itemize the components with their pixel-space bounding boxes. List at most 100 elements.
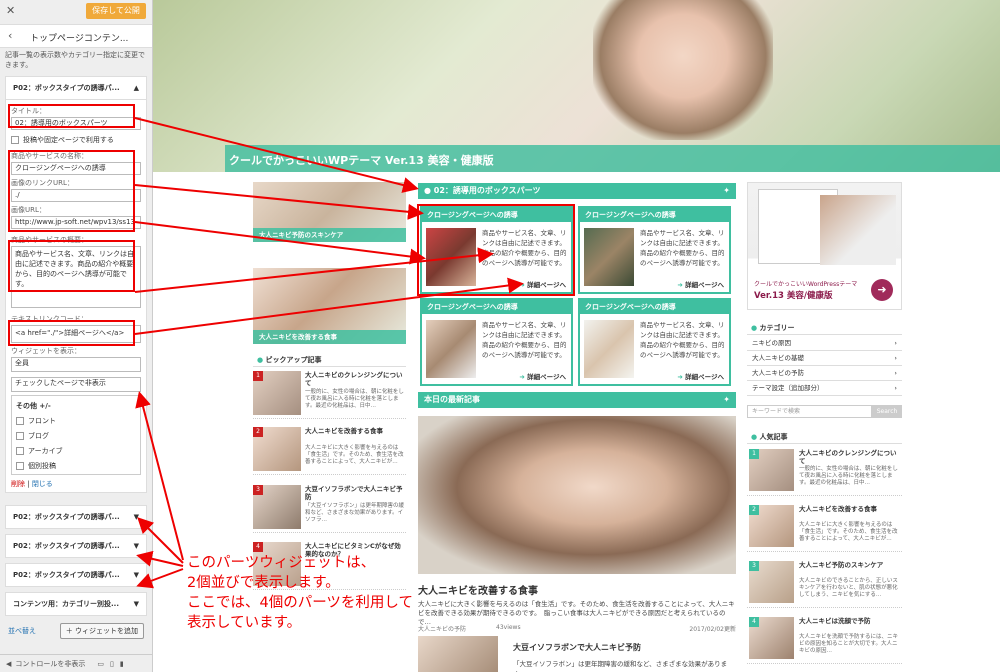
promo-card-image[interactable] (584, 228, 634, 286)
search-button[interactable]: Search (872, 405, 902, 418)
search-input[interactable]: キーワードで検索 (747, 405, 872, 418)
category-heading: ● カテゴリー (747, 321, 902, 335)
popular-item[interactable]: 4 大人ニキビは洗顔で予防 大人ニキビを洗顔で予防するには、ニキビの原因を知るこ… (747, 614, 902, 664)
category-item[interactable]: 大人ニキビの予防 › (747, 366, 902, 381)
side-banner[interactable]: 大人ニキビを改善する食事 (253, 268, 406, 344)
promo-card-title: クロージングページへの誘導 (580, 208, 729, 222)
widget-title: P02：ボックスタイプの誘導パ... (13, 84, 120, 92)
promo-card-text: 商品やサービス名、文章、リンクは自由に記述できます。商品の紹介や概要から、目的の… (482, 321, 567, 359)
caret-down-icon: ▼ (133, 600, 139, 608)
promo-card-image[interactable] (426, 320, 476, 378)
list-item[interactable]: アーカイブ (16, 443, 136, 458)
list-item[interactable]: 個別投稿 (16, 458, 136, 473)
promo-card-link[interactable]: ➜ 詳細ページへ (677, 279, 724, 289)
hide-pages-select[interactable]: チェックしたページで非表示 (11, 377, 141, 392)
ad-line1: クールでかっこいいWordPressテーマ (754, 281, 858, 288)
widget-header-collapsed[interactable]: コンテンツ用：カテゴリー別投... ▼ (5, 592, 147, 616)
list-item[interactable]: ブログ (16, 428, 136, 443)
checkbox-icon[interactable] (11, 136, 19, 144)
pickup-item-desc: 一般的に、女性の場合は、朝に化粧をして夜お風呂に入る時に化粧を落とします。最近の… (305, 389, 404, 409)
publish-button[interactable]: 保存して公開 (86, 3, 146, 19)
caret-down-icon: ▼ (133, 542, 139, 550)
checkbox-icon[interactable] (16, 416, 24, 425)
list-item-label: ブログ (28, 431, 49, 440)
category-label: 大人ニキビの予防 (752, 369, 804, 377)
pickup-item[interactable]: 2 大人ニキビを改善する食事 大人ニキビに大きく影響を与えるのは「食生活」です。… (253, 425, 406, 475)
annotation-line: ここでは、4個のパーツを利用して (187, 595, 413, 611)
category-item[interactable]: テーマ設定（追加部分） › (747, 381, 902, 396)
rank-badge: 3 (749, 561, 759, 571)
promo-card-image[interactable] (584, 320, 634, 378)
popular-item-title: 大人ニキビ予防のスキンケア (799, 561, 884, 569)
promo-card[interactable]: クロージングページへの誘導 商品やサービス名、文章、リンクは自由に記述できます。… (578, 206, 731, 294)
pickup-item[interactable]: 1 大人ニキビのクレンジングについて 一般的に、女性の場合は、朝に化粧をして夜お… (253, 369, 406, 419)
tablet-icon[interactable]: ▯ (110, 660, 114, 668)
chevron-right-icon: › (894, 384, 897, 392)
category-title: カテゴリー (759, 324, 795, 332)
checkbox-icon[interactable] (16, 431, 24, 440)
section-description: 記事一覧の表示数やカテゴリー指定に変更できます。 (5, 51, 145, 69)
promo-card-link[interactable]: ➜ 詳細ページへ (677, 371, 724, 381)
article-image[interactable] (418, 416, 736, 574)
popular-item[interactable]: 2 大人ニキビを改善する食事 大人ニキビに大きく影響を与えるのは「食生活」です。… (747, 502, 902, 552)
annotation-text: このパーツウィジェットは、 2個並びで表示します。 ここでは、4個のパーツを利用… (187, 553, 413, 633)
mobile-icon[interactable]: ▮ (120, 660, 124, 668)
annotation-box-textlink (8, 320, 135, 346)
close-link[interactable]: 閉じる (32, 480, 53, 488)
widget-header-collapsed[interactable]: P02：ボックスタイプの誘導パ... ▼ (5, 563, 147, 587)
side-banner[interactable]: 大人ニキビ予防のスキンケア (253, 182, 406, 242)
add-widget-button[interactable]: ＋ ウィジェットを追加 (59, 623, 144, 639)
checkbox-icon[interactable] (16, 446, 24, 455)
widget-header-collapsed[interactable]: P02：ボックスタイプの誘導パ... ▼ (5, 534, 147, 558)
popular-item-desc: 大人ニキビを洗顔で予防するには、ニキビの原因を知ることが大切です。大人ニキビの原… (799, 634, 899, 654)
article2-title[interactable]: 大豆イソフラボンで大人ニキビ予防 (513, 642, 641, 653)
annotation-line: 表示しています。 (187, 615, 302, 631)
arrow-right-icon[interactable]: ➜ (871, 279, 893, 301)
pickup-heading: ● ピックアップ記事 (253, 353, 406, 367)
fixed-page-checkbox[interactable]: 投稿や固定ページで利用する (11, 135, 141, 145)
rank-badge: 2 (749, 505, 759, 515)
list-item[interactable]: フロント (16, 413, 136, 428)
promo-card-link[interactable]: ➜ 詳細ページへ (519, 371, 566, 381)
widget-header-collapsed[interactable]: P02：ボックスタイプの誘導パ... ▼ (5, 505, 147, 529)
list-item-label: アーカイブ (28, 446, 63, 455)
desktop-icon[interactable]: ▭ (97, 660, 104, 668)
popular-item[interactable]: 3 大人ニキビ予防のスキンケア 大人ニキビのできることから、正しいスキンケアを行… (747, 558, 902, 608)
back-arrow-icon[interactable]: ‹ (8, 29, 12, 42)
ad-banner[interactable]: クールでかっこいいWordPressテーマ Ver.13 美容/健康版 ➜ (747, 182, 902, 310)
pickup-item-desc: 大人ニキビに大きく影響を与えるのは「食生活」です。そのため、食生活を改善すること… (305, 445, 404, 465)
promo-card[interactable]: クロージングページへの誘導 商品やサービス名、文章、リンクは自由に記述できます。… (420, 298, 573, 386)
popular-item-desc: 一般的に、女性の場合は、朝に化粧をして夜お風呂に入る時に化粧を落とします。最近の… (799, 466, 898, 486)
article2-thumb[interactable] (418, 636, 498, 672)
category-item[interactable]: 大人ニキビの基礎 › (747, 351, 902, 366)
promo-card-link-label: 詳細ページへ (685, 373, 724, 381)
widget-header-expanded[interactable]: P02：ボックスタイプの誘導パ... ▲ (5, 76, 147, 100)
checkbox-icon[interactable] (16, 461, 24, 470)
category-label: 大人ニキビの基礎 (752, 354, 804, 362)
hide-controls-label[interactable]: コントロールを非表示 (15, 659, 85, 669)
hide-controls-icon[interactable]: ◀ (6, 660, 11, 668)
hero-title: クールでかっこいいWPテーマ Ver.13 美容・健康版 (229, 154, 494, 167)
widget-display-select[interactable]: 全員 (11, 357, 141, 372)
promo-card[interactable]: クロージングページへの誘導 商品やサービス名、文章、リンクは自由に記述できます。… (578, 298, 731, 386)
article-title[interactable]: 大人ニキビを改善する食事 (418, 582, 538, 597)
close-icon[interactable]: ✕ (6, 4, 15, 17)
list-item-label: 個別投稿 (28, 461, 56, 470)
article-category[interactable]: 大人ニキビの予防 (418, 624, 466, 633)
article-meta: 大人ニキビの予防 43views 2017/02/02更新 (418, 624, 736, 633)
circle-arrow-icon: ● (751, 433, 758, 441)
annotation-line: このパーツウィジェットは、 (187, 555, 376, 571)
popular-item[interactable]: 1 大人ニキビのクレンジングについて 一般的に、女性の場合は、朝に化粧をして夜お… (747, 446, 902, 496)
annotation-box-title (8, 104, 135, 128)
category-label: テーマ設定（追加部分） (752, 384, 824, 392)
annotation-box-summary (8, 240, 135, 292)
pickup-item[interactable]: 3 大豆イソフラボンで大人ニキビ予防 「大豆イソフラボン」は更年期障害の緩和など… (253, 483, 406, 533)
reorder-link[interactable]: 並べ替え (8, 626, 36, 636)
list-header[interactable]: その他 +/- (16, 398, 136, 413)
category-item[interactable]: ニキビの原因 › (747, 336, 902, 351)
latest-section-title: 本日の最新記事 (424, 395, 480, 404)
delete-link[interactable]: 削除 (11, 480, 25, 488)
popular-heading: ● 人気記事 (747, 430, 902, 444)
circle-arrow-icon: ➜ (677, 281, 683, 289)
circle-arrow-icon: ● (751, 324, 758, 332)
